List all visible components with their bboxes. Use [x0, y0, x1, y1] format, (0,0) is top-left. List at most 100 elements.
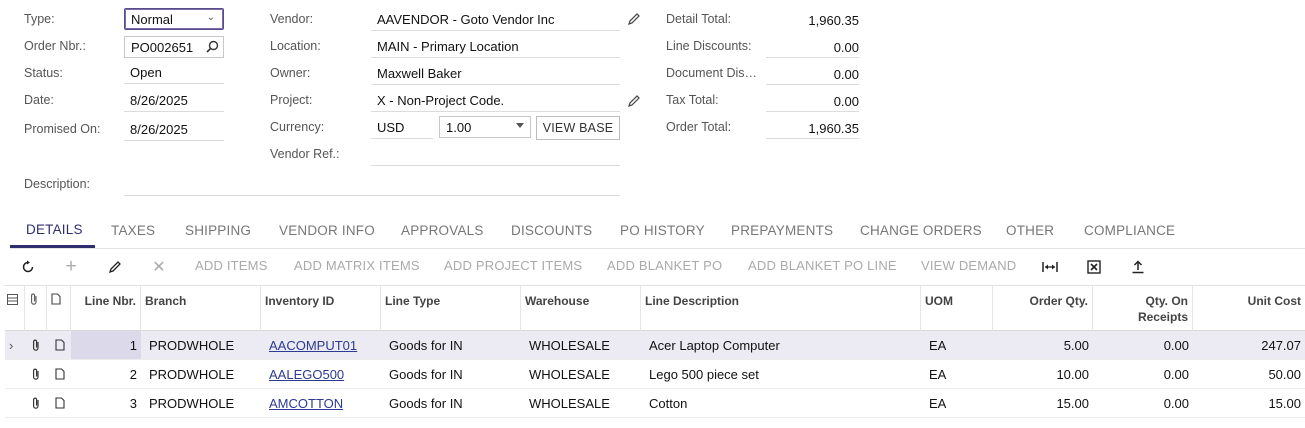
tab-prepayments[interactable]: PREPAYMENTS	[731, 213, 833, 248]
cell-unit-cost[interactable]: 50.00	[1193, 360, 1305, 388]
refresh-icon[interactable]	[18, 257, 38, 277]
add-matrix-items-button[interactable]: ADD MATRIX ITEMS	[294, 258, 420, 273]
vendor-field[interactable]: AAVENDOR - Goto Vendor Inc	[371, 9, 620, 31]
tab-change-orders[interactable]: CHANGE ORDERS	[860, 213, 982, 248]
header-warehouse[interactable]: Warehouse	[521, 286, 641, 331]
cell-branch[interactable]: PRODWHOLE	[145, 360, 261, 388]
cell-uom[interactable]: EA	[925, 360, 993, 388]
pencil-icon[interactable]	[627, 94, 641, 111]
note-icon[interactable]	[51, 331, 69, 359]
tab-compliance[interactable]: COMPLIANCE	[1084, 213, 1175, 248]
cell-warehouse[interactable]: WHOLESALE	[525, 360, 641, 388]
chevron-right-icon[interactable]: ›	[5, 331, 21, 359]
tab-po-history[interactable]: PO HISTORY	[620, 213, 705, 248]
cell-qty-on-receipts[interactable]: 0.00	[1093, 360, 1193, 388]
note-header-icon	[47, 286, 71, 331]
column-chooser-icon[interactable]	[5, 286, 25, 331]
note-icon[interactable]	[51, 360, 69, 388]
date-value: 8/26/2025	[130, 93, 188, 108]
cell-warehouse[interactable]: WHOLESALE	[525, 331, 641, 359]
currency-code-field[interactable]: USD	[371, 117, 433, 139]
header-order-qty[interactable]: Order Qty.	[993, 286, 1093, 331]
add-row-icon[interactable]: +	[61, 256, 81, 277]
cell-uom[interactable]: EA	[925, 389, 993, 417]
cell-uom[interactable]: EA	[925, 331, 993, 359]
cell-order-qty[interactable]: 15.00	[993, 389, 1093, 417]
cell-line-nbr[interactable]: 3	[71, 389, 141, 417]
header-line-nbr[interactable]: Line Nbr.	[71, 286, 141, 331]
delete-row-icon[interactable]: ✕	[149, 257, 169, 277]
add-blanket-po-line-button[interactable]: ADD BLANKET PO LINE	[748, 258, 897, 273]
header-qty-on-receipts[interactable]: Qty. On Receipts	[1093, 286, 1193, 331]
header-inventory-id[interactable]: Inventory ID	[261, 286, 381, 331]
cell-order-qty[interactable]: 5.00	[993, 331, 1093, 359]
project-field[interactable]: X - Non-Project Code.	[371, 90, 620, 112]
description-field[interactable]	[124, 174, 620, 196]
paperclip-icon[interactable]	[27, 360, 45, 388]
order-nbr-input[interactable]: PO002651	[124, 36, 224, 58]
cell-qty-on-receipts[interactable]: 0.00	[1093, 331, 1193, 359]
cell-line-nbr[interactable]: 2	[71, 360, 141, 388]
owner-field[interactable]: Maxwell Baker	[371, 63, 620, 85]
add-items-button[interactable]: ADD ITEMS	[195, 258, 268, 273]
table-row[interactable]: 2 PRODWHOLE AALEGO500 Goods for IN WHOLE…	[5, 360, 1305, 389]
attachment-header-icon	[25, 286, 47, 331]
note-icon[interactable]	[51, 389, 69, 417]
tab-other[interactable]: OTHER	[1006, 213, 1054, 248]
header-uom[interactable]: UOM	[921, 286, 993, 331]
table-row[interactable]: › 1 PRODWHOLE AACOMPUT01 Goods for IN WH…	[5, 331, 1305, 360]
paperclip-icon[interactable]	[27, 389, 45, 417]
upload-icon[interactable]	[1128, 257, 1148, 277]
cell-line-description[interactable]: Cotton	[645, 389, 921, 417]
cell-inventory-id-link[interactable]: AALEGO500	[265, 360, 381, 388]
type-select[interactable]: Normal ⌄	[124, 8, 224, 30]
cell-unit-cost[interactable]: 15.00	[1193, 389, 1305, 417]
chevron-down-icon: ⌄	[206, 12, 215, 23]
cell-inventory-id-link[interactable]: AACOMPUT01	[265, 331, 381, 359]
vendor-ref-field[interactable]	[371, 144, 620, 166]
edit-icon[interactable]	[105, 257, 125, 277]
cell-line-nbr[interactable]: 1	[71, 331, 141, 359]
cell-line-type[interactable]: Goods for IN	[385, 331, 521, 359]
header-line-description[interactable]: Line Description	[641, 286, 921, 331]
add-blanket-po-button[interactable]: ADD BLANKET PO	[607, 258, 722, 273]
cell-order-qty[interactable]: 10.00	[993, 360, 1093, 388]
search-icon[interactable]	[206, 40, 219, 56]
description-label: Description:	[24, 177, 90, 191]
tab-approvals[interactable]: APPROVALS	[401, 213, 484, 248]
location-label: Location:	[270, 39, 321, 53]
tab-taxes[interactable]: TAXES	[111, 213, 155, 248]
tab-discounts[interactable]: DISCOUNTS	[511, 213, 592, 248]
location-value: MAIN - Primary Location	[377, 39, 519, 54]
tab-shipping[interactable]: SHIPPING	[185, 213, 251, 248]
date-field[interactable]: 8/26/2025	[124, 90, 224, 112]
header-branch[interactable]: Branch	[141, 286, 261, 331]
header-line-type[interactable]: Line Type	[381, 286, 521, 331]
cell-line-description[interactable]: Lego 500 piece set	[645, 360, 921, 388]
fit-columns-icon[interactable]	[1040, 257, 1060, 277]
cell-inventory-id-link[interactable]: AMCOTTON	[265, 389, 381, 417]
paperclip-icon[interactable]	[27, 331, 45, 359]
tax-total-label: Tax Total:	[666, 93, 719, 107]
view-demand-button[interactable]: VIEW DEMAND	[921, 258, 1016, 273]
location-field[interactable]: MAIN - Primary Location	[371, 36, 620, 58]
cell-line-description[interactable]: Acer Laptop Computer	[645, 331, 921, 359]
cell-warehouse[interactable]: WHOLESALE	[525, 389, 641, 417]
promised-on-field[interactable]: 8/26/2025	[124, 119, 224, 141]
cell-unit-cost[interactable]: 247.07	[1193, 331, 1305, 359]
tab-details[interactable]: DETAILS	[10, 213, 95, 248]
cell-qty-on-receipts[interactable]: 0.00	[1093, 389, 1193, 417]
view-base-button[interactable]: VIEW BASE	[536, 116, 620, 140]
currency-rate-select[interactable]: 1.00	[439, 116, 531, 138]
cell-line-type[interactable]: Goods for IN	[385, 389, 521, 417]
table-row[interactable]: 3 PRODWHOLE AMCOTTON Goods for IN WHOLES…	[5, 389, 1305, 418]
status-field: Open	[124, 62, 224, 84]
cell-branch[interactable]: PRODWHOLE	[145, 389, 261, 417]
header-unit-cost[interactable]: Unit Cost	[1193, 286, 1305, 331]
pencil-icon[interactable]	[627, 12, 641, 29]
export-excel-icon[interactable]	[1084, 257, 1104, 277]
cell-line-type[interactable]: Goods for IN	[385, 360, 521, 388]
tab-vendor-info[interactable]: VENDOR INFO	[279, 213, 375, 248]
add-project-items-button[interactable]: ADD PROJECT ITEMS	[444, 258, 582, 273]
cell-branch[interactable]: PRODWHOLE	[145, 331, 261, 359]
